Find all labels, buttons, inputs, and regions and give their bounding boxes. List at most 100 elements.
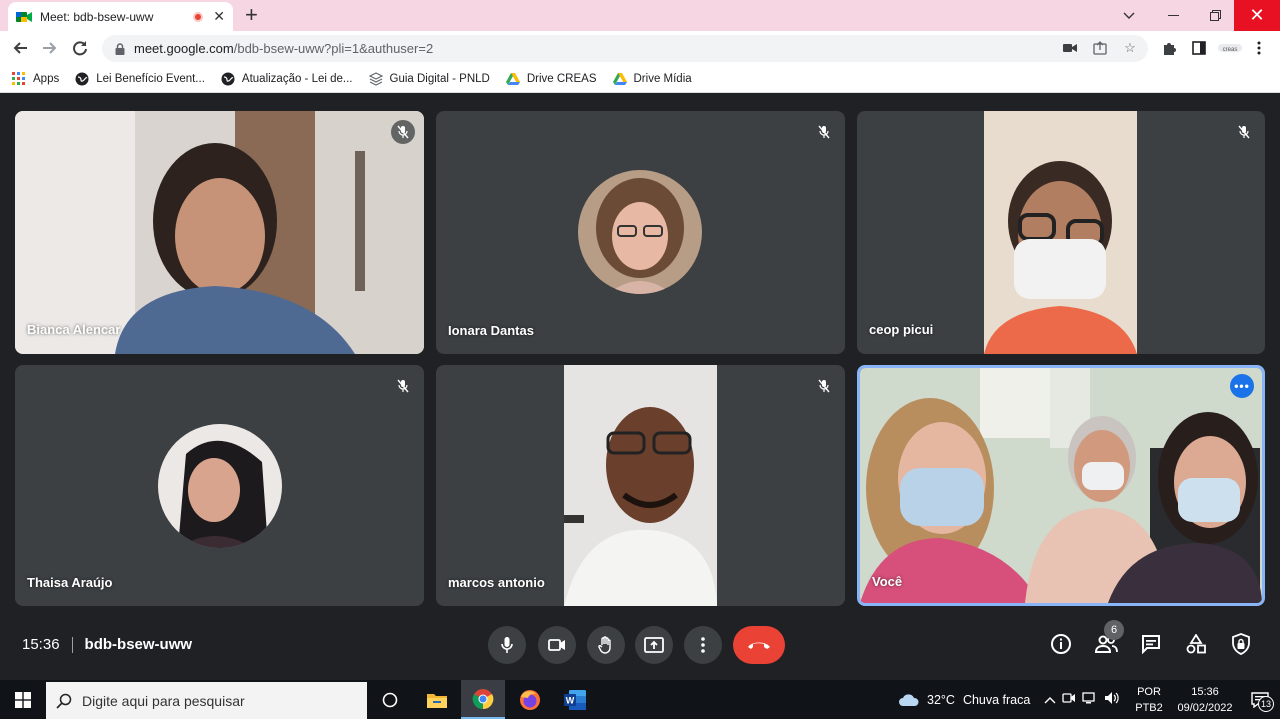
meeting-details-button[interactable] xyxy=(1047,630,1075,658)
side-panel-icon[interactable] xyxy=(1190,39,1208,57)
muted-mic-icon xyxy=(812,120,836,144)
input-language-indicator[interactable]: POR PTB2 xyxy=(1132,684,1166,716)
globe-icon xyxy=(75,72,89,85)
participant-name: marcos antonio xyxy=(448,575,545,590)
participant-tile-marcos[interactable]: marcos antonio xyxy=(436,365,845,606)
reload-button[interactable] xyxy=(69,37,91,59)
chat-button[interactable] xyxy=(1137,630,1165,658)
chat-icon xyxy=(1142,635,1160,654)
profile-avatar-icon[interactable]: creas xyxy=(1218,39,1242,57)
bookmark-drive-midia[interactable]: Drive Mídia xyxy=(612,72,692,86)
tab-close-icon[interactable]: ✕ xyxy=(213,8,225,25)
raise-hand-button[interactable] xyxy=(587,626,625,664)
bookmark-atualizacao[interactable]: Atualização - Lei de... xyxy=(221,72,353,86)
globe-icon xyxy=(221,72,235,85)
camera-button[interactable] xyxy=(538,626,576,664)
layers-icon xyxy=(368,71,383,86)
folder-icon xyxy=(427,693,447,708)
forward-button[interactable] xyxy=(39,37,61,59)
notification-center-button[interactable]: 13 xyxy=(1240,680,1280,719)
address-bar[interactable]: meet.google.com/bdb-bsew-uww?pli=1&authu… xyxy=(102,35,1148,62)
url-host: meet.google.com xyxy=(134,41,234,56)
bookmark-guia-digital[interactable]: Guia Digital - PNLD xyxy=(368,71,490,86)
firefox-taskbar-button[interactable] xyxy=(508,680,552,719)
more-options-icon[interactable]: ••• xyxy=(1230,374,1254,398)
participant-tile-self[interactable]: ••• Você xyxy=(857,365,1265,606)
people-button[interactable]: 6 xyxy=(1092,620,1124,658)
meeting-code: bdb-bsew-uww xyxy=(84,636,193,653)
meeting-info: 15:36 bdb-bsew-uww xyxy=(22,636,192,653)
participant-tile-ionara[interactable]: Ionara Dantas xyxy=(436,111,845,354)
window-close-button[interactable]: ✕ xyxy=(1234,0,1280,31)
network-icon[interactable] xyxy=(1082,691,1098,708)
word-icon: W xyxy=(564,689,586,710)
meet-now-icon[interactable] xyxy=(1062,691,1076,708)
tab-title: Meet: bdb-bsew-uww xyxy=(40,9,154,24)
task-view-button[interactable] xyxy=(368,680,412,719)
keyboard-layout: PTB2 xyxy=(1135,702,1163,714)
meeting-control-bar: 15:36 bdb-bsew-uww 6 xyxy=(0,612,1280,680)
tab-search-chevron-icon[interactable] xyxy=(1106,0,1152,31)
minimize-button[interactable] xyxy=(1150,0,1196,31)
svg-text:creas: creas xyxy=(1223,47,1238,53)
cortana-circle-icon xyxy=(382,692,398,707)
meet-favicon-icon xyxy=(16,11,32,22)
start-button[interactable] xyxy=(0,680,46,719)
clock-date: 09/02/2022 xyxy=(1177,702,1233,714)
weather-condition: Chuva fraca xyxy=(962,692,1031,707)
participant-name: Ionara Dantas xyxy=(448,323,534,338)
participant-tile-ceop[interactable]: ceop picui xyxy=(857,111,1265,354)
bookmark-drive-creas[interactable]: Drive CREAS xyxy=(505,72,597,86)
taskbar-clock[interactable]: 15:36 09/02/2022 xyxy=(1174,684,1236,716)
bookmark-label: Drive Mídia xyxy=(633,72,692,85)
bookmark-label: Guia Digital - PNLD xyxy=(389,72,490,85)
weather-temp: 32°C xyxy=(927,692,955,707)
leave-call-button[interactable] xyxy=(733,626,785,664)
chrome-taskbar-button[interactable] xyxy=(461,680,505,719)
participant-tile-bianca[interactable]: Bianca Alencar xyxy=(15,111,424,354)
participant-name: Você xyxy=(872,574,903,589)
bookmark-apps[interactable]: Apps xyxy=(12,71,59,86)
windows-taskbar: Digite aqui para pesquisar W 32°C Chuva … xyxy=(0,680,1280,719)
bookmark-label: Drive CREAS xyxy=(526,72,597,85)
extensions-puzzle-icon[interactable] xyxy=(1160,39,1178,57)
muted-mic-icon xyxy=(391,120,415,144)
bookmark-star-icon[interactable]: ☆ xyxy=(1122,40,1138,56)
host-controls-button[interactable] xyxy=(1227,630,1255,658)
system-tray xyxy=(1044,680,1120,719)
raise-hand-icon xyxy=(598,636,611,654)
divider xyxy=(71,636,73,653)
hang-up-icon xyxy=(748,642,770,649)
microphone-button[interactable] xyxy=(488,626,526,664)
firefox-icon xyxy=(520,689,540,710)
back-button[interactable] xyxy=(9,37,31,59)
bookmark-lei-beneficio[interactable]: Lei Benefício Event... xyxy=(75,72,205,86)
new-tab-button[interactable]: + xyxy=(245,4,258,26)
weather-widget[interactable]: 32°C Chuva fraca xyxy=(898,680,1030,719)
activities-button[interactable] xyxy=(1182,630,1210,658)
browser-menu-icon[interactable] xyxy=(1250,39,1268,57)
search-placeholder: Digite aqui para pesquisar xyxy=(82,692,245,709)
share-icon[interactable] xyxy=(1092,40,1108,56)
self-video xyxy=(860,368,1262,603)
browser-toolbar: meet.google.com/bdb-bsew-uww?pli=1&authu… xyxy=(0,31,1280,65)
browser-tab-strip: Meet: bdb-bsew-uww ✕ + ✕ xyxy=(0,0,1280,31)
file-explorer-button[interactable] xyxy=(415,680,459,719)
taskbar-search-box[interactable]: Digite aqui para pesquisar xyxy=(46,682,367,719)
participant-video xyxy=(15,111,424,354)
word-taskbar-button[interactable]: W xyxy=(553,680,597,719)
browser-tab-meet[interactable]: Meet: bdb-bsew-uww ✕ xyxy=(8,2,233,31)
maximize-button[interactable] xyxy=(1192,0,1238,31)
more-options-icon xyxy=(701,637,705,653)
muted-mic-icon xyxy=(812,374,836,398)
camera-in-use-icon[interactable] xyxy=(1062,40,1078,56)
chrome-icon xyxy=(472,688,494,709)
participant-tile-thaisa[interactable]: Thaisa Araújo xyxy=(15,365,424,606)
bookmarks-bar: Apps Lei Benefício Event... Atualização … xyxy=(0,65,1280,93)
windows-logo-icon xyxy=(15,691,31,708)
more-options-button[interactable] xyxy=(684,626,722,664)
volume-icon[interactable] xyxy=(1104,691,1120,708)
meeting-time: 15:36 xyxy=(22,636,60,653)
tray-overflow-chevron-icon[interactable] xyxy=(1044,693,1056,707)
present-screen-button[interactable] xyxy=(635,626,673,664)
